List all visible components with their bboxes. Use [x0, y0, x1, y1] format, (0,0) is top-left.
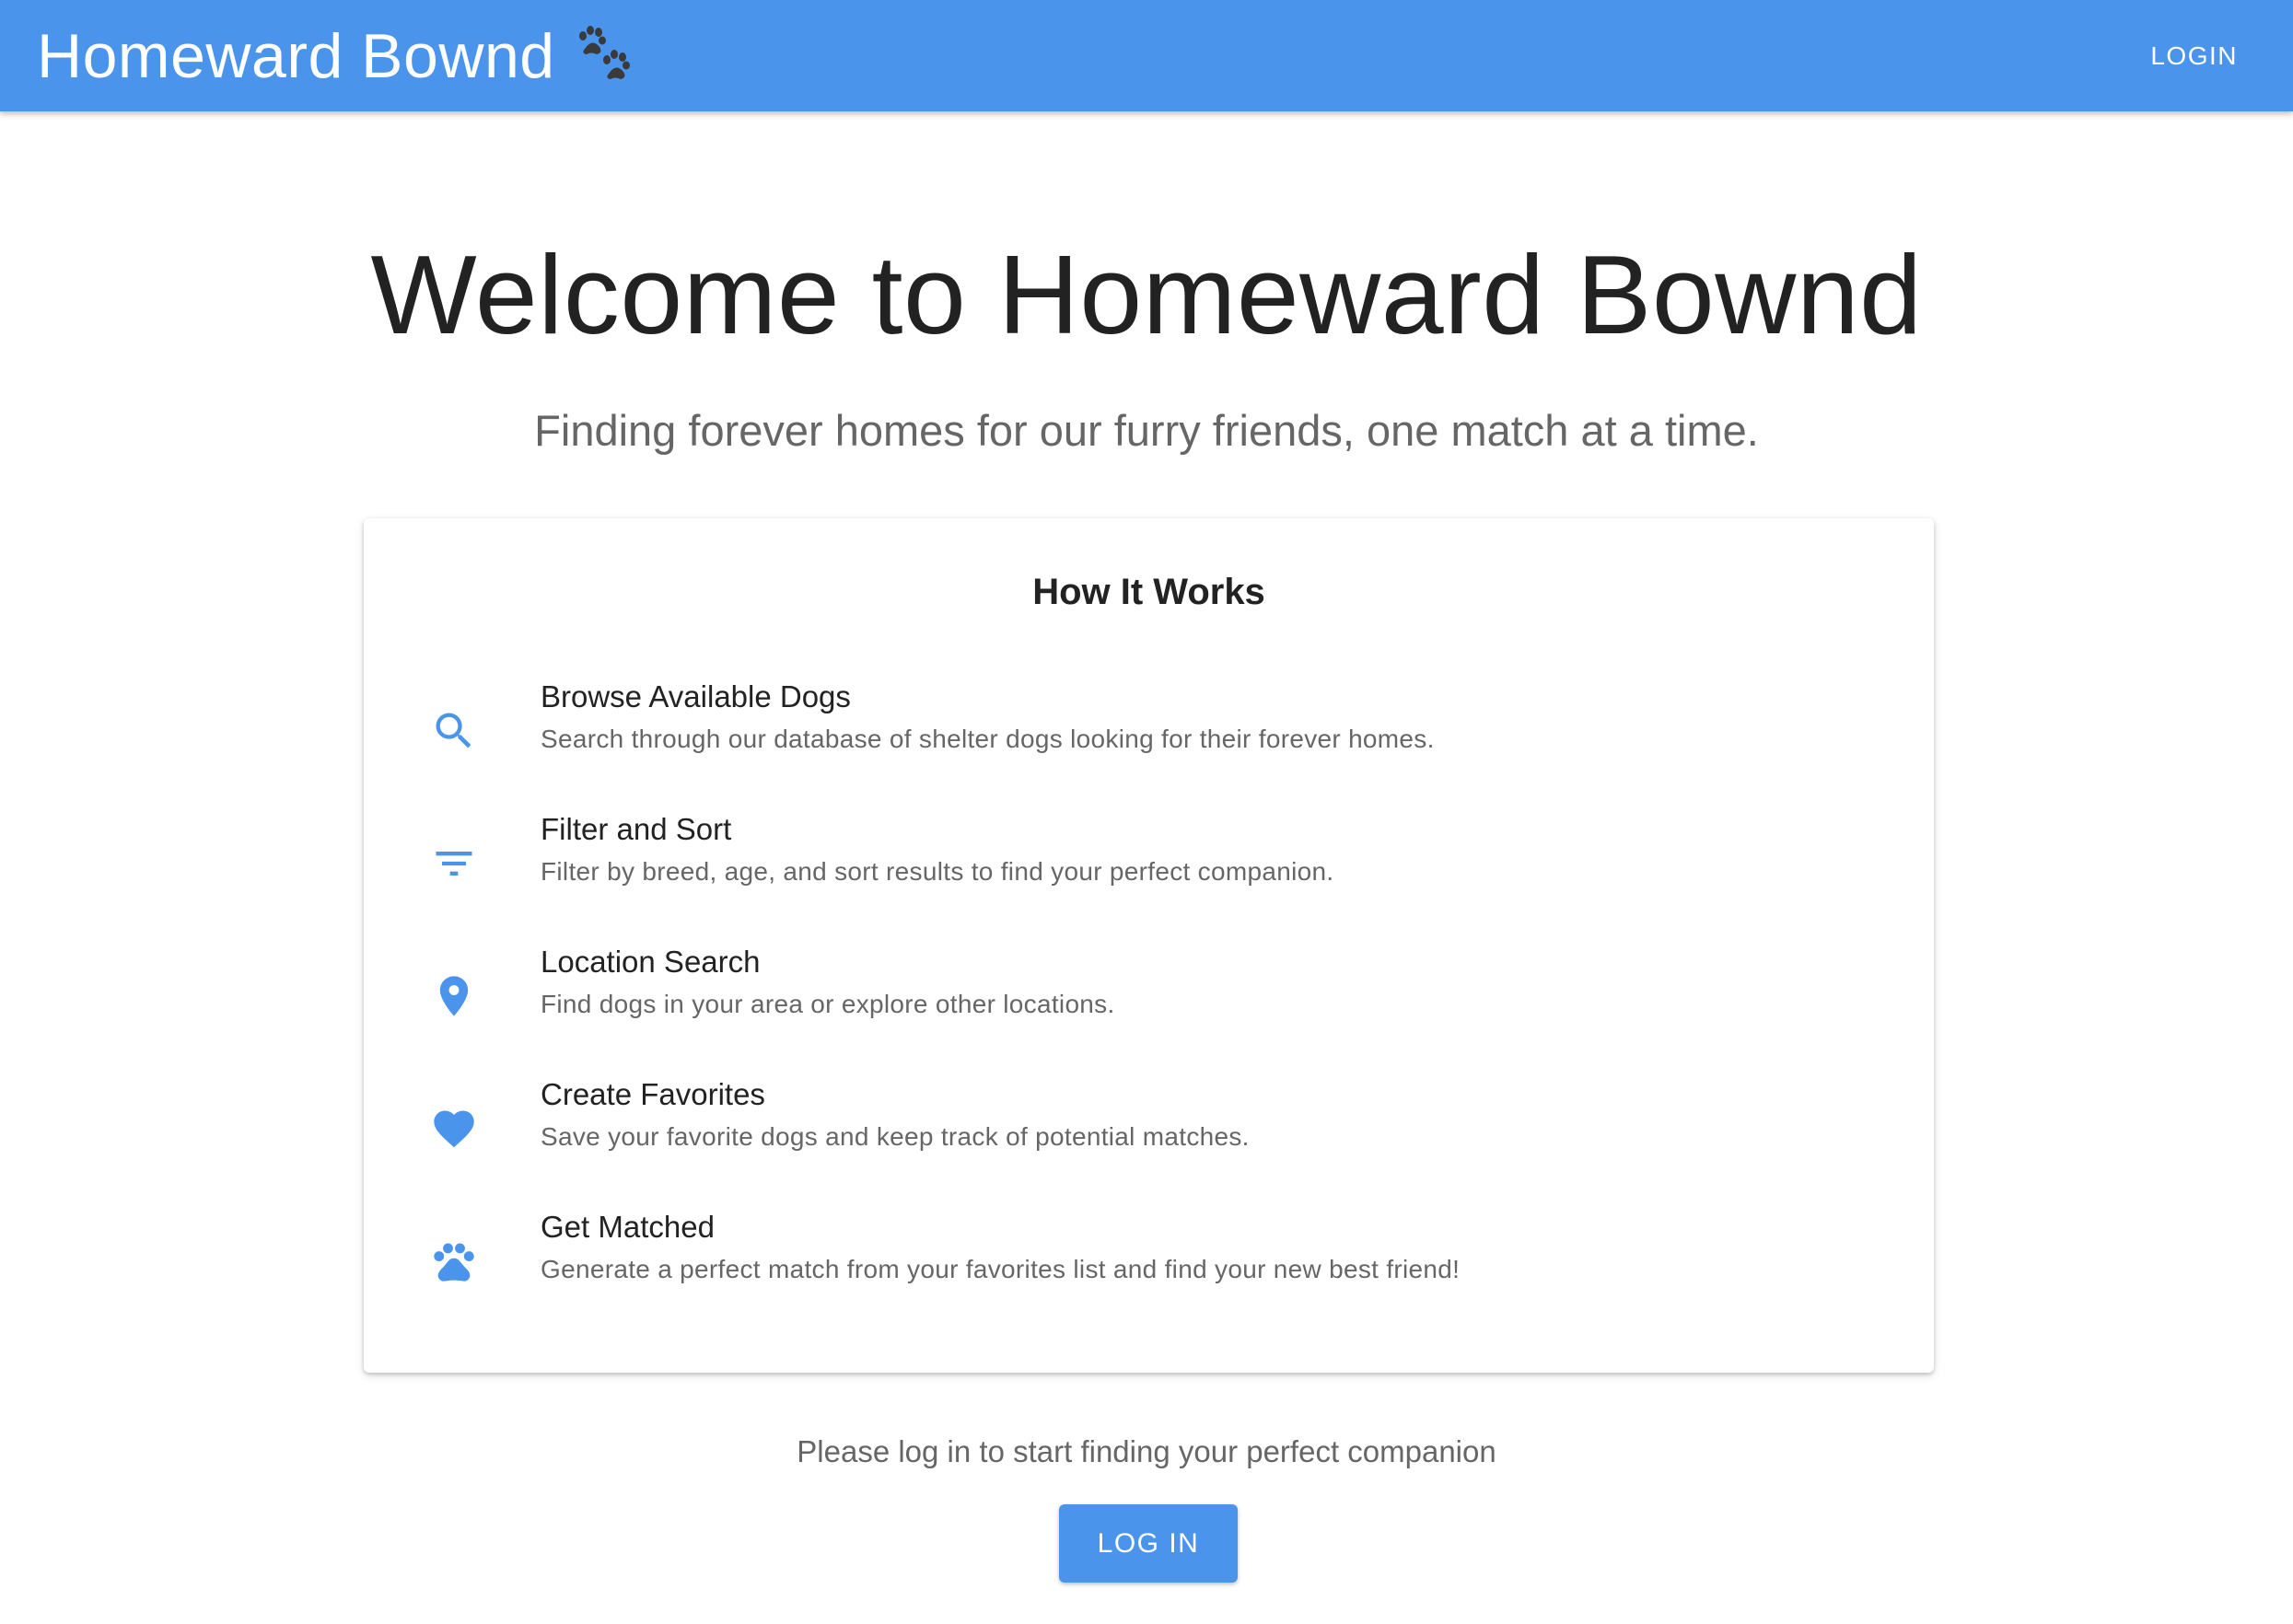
- location-pin-icon: [430, 972, 478, 1020]
- step-title: Filter and Sort: [541, 812, 732, 846]
- search-icon: [430, 707, 478, 755]
- step-browse: Browse Available Dogs Search through our…: [364, 679, 1934, 781]
- step-favorites: Create Favorites Save your favorite dogs…: [364, 1077, 1934, 1178]
- step-description: Save your favorite dogs and keep track o…: [541, 1122, 1250, 1151]
- step-description: Filter by breed, age, and sort results t…: [541, 857, 1334, 886]
- brand[interactable]: Homeward Bownd: [37, 20, 638, 92]
- paw-icon: [430, 1237, 478, 1285]
- login-prompt: Please log in to start finding your perf…: [797, 1434, 1496, 1468]
- how-it-works-card: How It Works Browse Available Dogs Searc…: [364, 518, 1934, 1373]
- hero-subtitle: Finding forever homes for our furry frie…: [534, 406, 1759, 455]
- step-description: Search through our database of shelter d…: [541, 725, 1435, 753]
- paw-prints-icon: [572, 23, 638, 89]
- card-title: How It Works: [1032, 572, 1265, 612]
- step-location: Location Search Find dogs in your area o…: [364, 945, 1934, 1046]
- hero-title: Welcome to Homeward Bownd: [370, 232, 1923, 357]
- step-description: Find dogs in your area or explore other …: [541, 990, 1115, 1018]
- app-bar: Homeward Bownd LOGIN: [0, 0, 2293, 111]
- filter-icon: [430, 840, 478, 887]
- heart-icon: [430, 1105, 478, 1153]
- log-in-button[interactable]: LOG IN: [1059, 1504, 1238, 1583]
- step-title: Get Matched: [541, 1210, 715, 1244]
- step-match: Get Matched Generate a perfect match fro…: [364, 1210, 1934, 1311]
- step-description: Generate a perfect match from your favor…: [541, 1255, 1461, 1283]
- step-title: Create Favorites: [541, 1077, 765, 1111]
- login-nav-button[interactable]: LOGIN: [2147, 30, 2241, 82]
- step-title: Location Search: [541, 945, 761, 979]
- step-filter: Filter and Sort Filter by breed, age, an…: [364, 812, 1934, 913]
- step-title: Browse Available Dogs: [541, 679, 851, 713]
- brand-name: Homeward Bownd: [37, 20, 555, 91]
